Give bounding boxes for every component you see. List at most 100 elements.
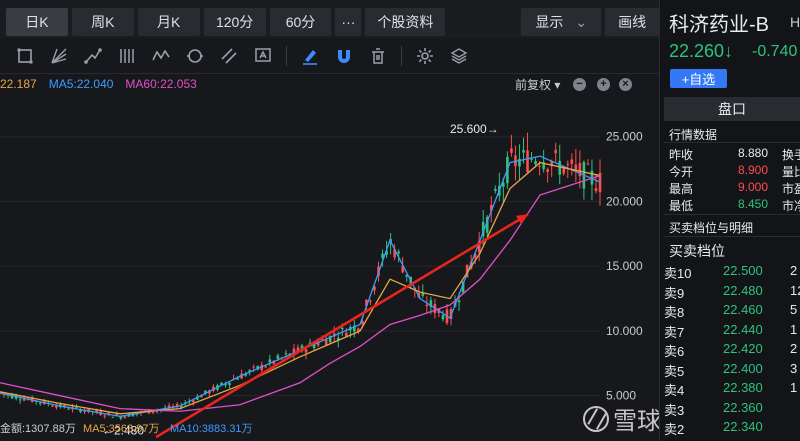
candle-body <box>107 412 111 414</box>
stock-name: 科济药业-B <box>669 14 769 36</box>
ask-price: 22.480 <box>723 282 763 298</box>
footer-ma5: MA5:3563.97万 <box>83 423 160 435</box>
candle-body <box>570 159 574 164</box>
y-tick-label: 15.000 <box>606 259 643 273</box>
y-tick-label: 25.000 <box>606 130 643 144</box>
ask-label: 卖7 <box>664 324 685 340</box>
candle-body <box>276 355 280 359</box>
pen-icon[interactable] <box>293 41 327 71</box>
ask-label: 卖4 <box>664 383 685 398</box>
select-box-icon[interactable] <box>8 41 42 71</box>
ask-price: 22.400 <box>723 360 763 376</box>
orderbook-title: 买卖档位 <box>669 243 725 259</box>
candle-body <box>510 148 513 153</box>
ask-price: 22.340 <box>723 419 763 434</box>
draw-line-button[interactable]: 画线 <box>605 8 660 36</box>
zoom-out-icon[interactable]: − <box>573 78 586 91</box>
quote-value: 9.000 <box>738 180 769 194</box>
toolbar-divider <box>286 45 287 66</box>
y-tick-label: 20.000 <box>606 194 643 208</box>
display-dropdown[interactable]: 显示 ⌄ <box>521 8 602 36</box>
ask-label: 卖6 <box>664 344 685 359</box>
tab-60min[interactable]: 60分 <box>269 8 332 36</box>
tab-orderbook[interactable]: 盘口 <box>664 97 800 121</box>
ask-qty: 2 <box>790 263 798 278</box>
wave-icon[interactable] <box>144 41 178 71</box>
magnet-icon[interactable] <box>327 41 361 71</box>
candle-body <box>425 304 429 307</box>
candle-body <box>397 251 400 254</box>
ask-price: 22.420 <box>723 341 763 356</box>
text-note-icon[interactable] <box>246 41 280 71</box>
candle-body <box>67 408 70 410</box>
ask-label: 卖5 <box>664 363 685 379</box>
candle-body <box>123 416 127 418</box>
quote-value: 8.880 <box>738 146 769 160</box>
footer-amount: 金额:1307.88万 <box>0 423 76 435</box>
ask-qty: 12 <box>790 282 800 298</box>
app-window: 日K 周K 月K 120分 60分 ··· 个股资料 显示 ⌄ 画线 22.18… <box>0 0 800 441</box>
candle-body <box>264 366 268 368</box>
ma5-value: MA5:22.040 <box>48 77 114 91</box>
parallel-lines-icon[interactable] <box>212 41 246 71</box>
tab-stock-profile[interactable]: 个股资料 <box>365 8 446 36</box>
candle-body <box>554 149 558 154</box>
candle-body <box>228 382 231 386</box>
zoom-in-icon[interactable]: + <box>597 78 610 91</box>
candle-body <box>268 359 272 363</box>
candle-body <box>530 158 533 160</box>
ask-label: 卖9 <box>664 285 685 301</box>
close-icon[interactable]: × <box>619 78 632 91</box>
candle-body <box>369 300 372 302</box>
quote-extra: 市净 <box>782 199 800 213</box>
fan-lines-icon[interactable] <box>42 41 76 71</box>
candle-body <box>534 161 537 165</box>
candle-body <box>457 300 461 303</box>
divider <box>664 142 800 143</box>
gear-icon[interactable] <box>408 41 442 71</box>
ma-current-value: 22.187 <box>0 77 37 91</box>
fuquan-dropdown[interactable]: 前复权 ▾ <box>515 76 560 93</box>
tab-120min[interactable]: 120分 <box>203 8 266 36</box>
ask-qty: 3 <box>790 360 798 376</box>
ask-label: 卖10 <box>664 266 692 281</box>
xueqiu-logo-icon <box>583 405 609 432</box>
display-label: 显示 <box>535 14 564 30</box>
trend-line <box>155 213 529 439</box>
candle-body <box>18 399 22 401</box>
candle-body <box>566 163 570 165</box>
candle-body <box>546 169 549 172</box>
ask-label: 卖3 <box>664 402 685 418</box>
ask-label: 卖2 <box>664 422 685 437</box>
candle-body <box>526 150 529 173</box>
candle-body <box>586 163 590 165</box>
ma-line-ma5 <box>0 155 601 418</box>
tab-week-k[interactable]: 周K <box>71 8 134 36</box>
stock-code: H <box>790 14 800 30</box>
candle-body <box>574 164 578 170</box>
candle-body <box>284 353 288 355</box>
tab-month-k[interactable]: 月K <box>137 8 200 36</box>
candle-body <box>252 366 255 368</box>
trend-line-icon[interactable] <box>76 41 110 71</box>
candle-body <box>38 402 42 404</box>
toolbar-divider-2 <box>401 45 402 66</box>
candle-body <box>103 415 106 417</box>
cycle-icon[interactable] <box>178 41 212 71</box>
tab-day-k[interactable]: 日K <box>6 8 68 36</box>
layers-icon[interactable] <box>442 41 476 71</box>
ask-price: 22.500 <box>723 263 763 278</box>
ask-price: 22.380 <box>723 380 763 395</box>
add-watchlist-button[interactable]: +自选 <box>670 69 727 88</box>
quote-label: 昨收 <box>669 148 694 162</box>
kline-chart[interactable]: 25.00020.00015.00010.0005.000 25.600→←2.… <box>0 94 659 441</box>
candle-body <box>421 293 425 296</box>
quote-section-title: 行情数据 <box>669 128 718 142</box>
vertical-lines-icon[interactable] <box>110 41 144 71</box>
candle-body <box>522 150 525 153</box>
trash-icon[interactable] <box>361 41 395 71</box>
chevron-down-icon: ⌄ <box>575 13 588 30</box>
ask-qty: 5 <box>790 302 798 317</box>
period-tabbar: 日K 周K 月K 120分 60分 ··· 个股资料 显示 ⌄ 画线 <box>0 0 660 38</box>
tab-more[interactable]: ··· <box>335 8 362 36</box>
